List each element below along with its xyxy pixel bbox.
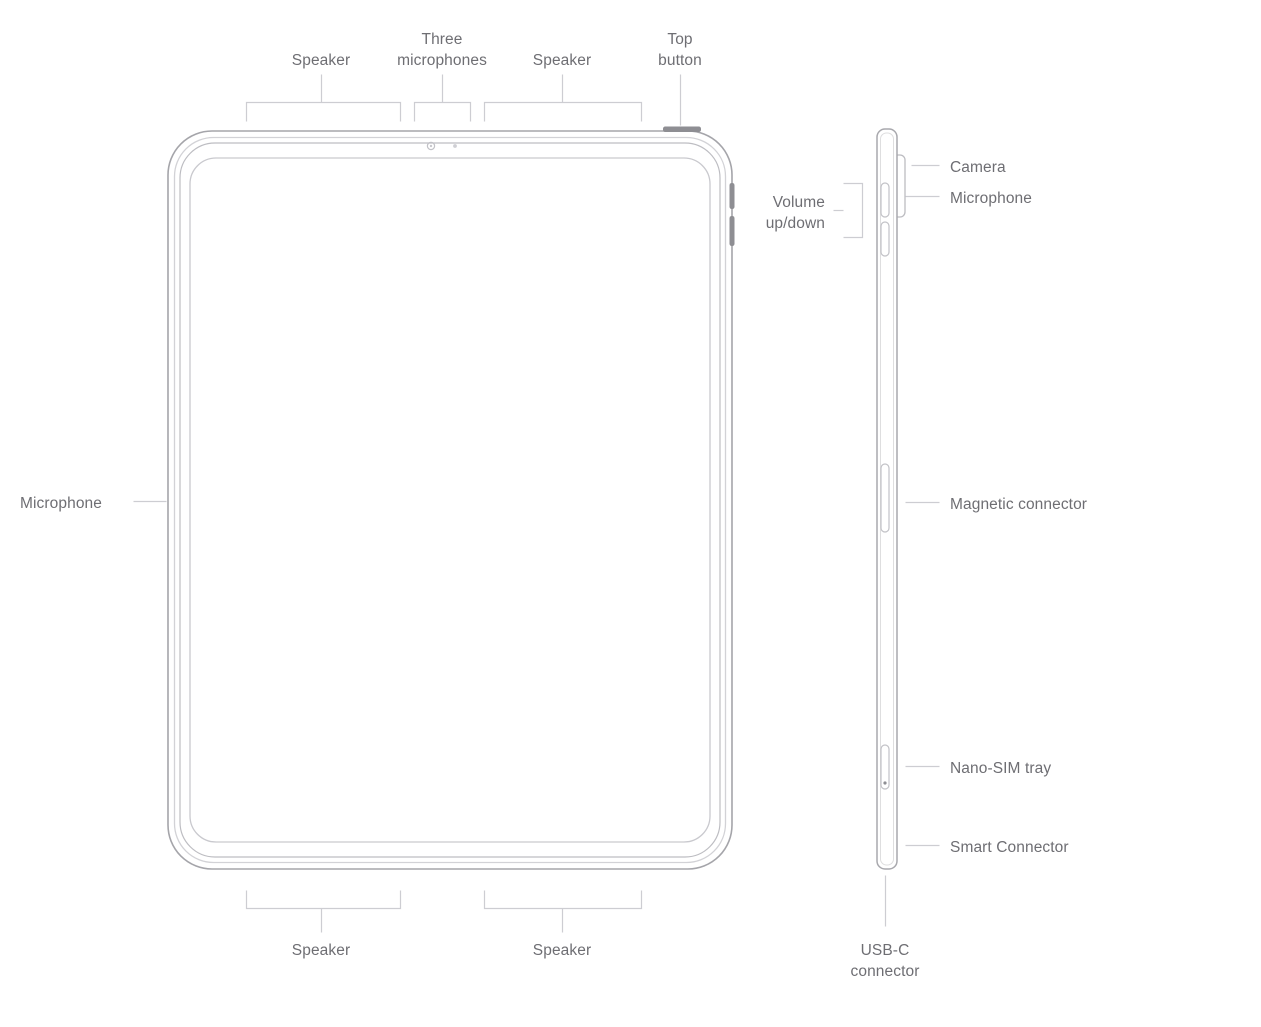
label-nano-sim-tray: Nano-SIM tray bbox=[950, 760, 1052, 777]
bracket-bottom-speaker-left bbox=[245, 890, 402, 910]
label-microphone-left: Microphone bbox=[20, 495, 102, 512]
label-magnetic-connector: Magnetic connector bbox=[950, 496, 1088, 513]
label-top-speaker-right: Speaker bbox=[532, 52, 592, 69]
side-magnetic-connector bbox=[880, 463, 890, 533]
label-microphone-side: Microphone bbox=[950, 190, 1032, 207]
side-volume-down-button[interactable] bbox=[880, 221, 890, 257]
label-volume-up-down: Volume up/down bbox=[765, 194, 825, 232]
top-button[interactable] bbox=[663, 126, 701, 133]
ipad-side-view bbox=[876, 128, 906, 870]
label-camera: Camera bbox=[950, 159, 1006, 176]
label-top-button: Top button bbox=[658, 31, 702, 69]
label-bottom-speaker-right: Speaker bbox=[532, 942, 592, 959]
label-top-speaker-left: Speaker bbox=[291, 52, 351, 69]
volume-down-button[interactable] bbox=[729, 216, 735, 246]
bracket-bottom-speaker-right bbox=[483, 890, 643, 910]
ambient-sensor-icon bbox=[453, 144, 457, 148]
top-callout-leaders bbox=[245, 74, 682, 126]
side-nano-sim-pinhole-icon bbox=[883, 781, 887, 785]
label-bottom-speaker-left: Speaker bbox=[291, 942, 351, 959]
label-three-microphones: Three microphones bbox=[397, 31, 487, 69]
label-smart-connector: Smart Connector bbox=[950, 839, 1069, 856]
bracket-volume bbox=[843, 182, 864, 239]
bracket-top-speaker-right bbox=[483, 101, 643, 122]
diagram-canvas: Speaker Three microphones Speaker Top bu… bbox=[0, 0, 1261, 1027]
ipad-front-view bbox=[167, 126, 735, 870]
volume-up-button[interactable] bbox=[729, 183, 735, 209]
volume-callout-leader bbox=[833, 182, 864, 239]
front-camera-pupil-icon bbox=[429, 144, 433, 148]
bottom-callout-leaders bbox=[245, 890, 643, 933]
bracket-top-speaker-left bbox=[245, 101, 402, 122]
bracket-three-microphones bbox=[413, 101, 472, 122]
label-usb-c-connector: USB-C connector bbox=[850, 942, 920, 980]
front-screen bbox=[189, 157, 711, 843]
side-volume-up-button[interactable] bbox=[880, 182, 890, 218]
